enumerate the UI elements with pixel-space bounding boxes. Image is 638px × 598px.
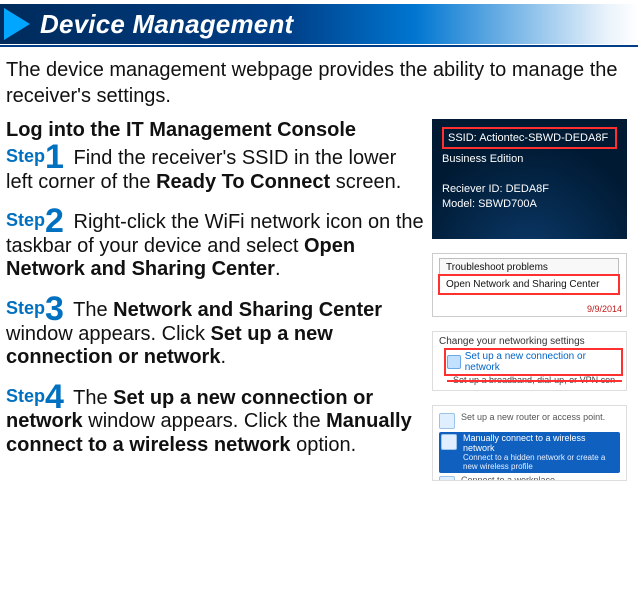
receiver-id-value: DEDA8F [506, 183, 549, 195]
step-label: Step [6, 386, 45, 406]
step-text-post: . [220, 346, 226, 368]
wizard-option-manual-sub: Connect to a hidden network or create a … [463, 454, 618, 472]
step-text-post: option. [291, 434, 357, 456]
step-text-pre: The [68, 387, 113, 409]
model-value: SBWD700A [478, 198, 537, 210]
context-menu-item-troubleshoot[interactable]: Troubleshoot problems [440, 259, 618, 276]
step-text-post: screen. [330, 171, 401, 193]
step-text-mid: window appears. Click the [83, 410, 326, 432]
ssid-highlight-box: SSID: Actiontec-SBWD-DEDA8F [442, 127, 617, 149]
step-label: Step [6, 146, 45, 166]
banner-title: Device Management [40, 9, 293, 40]
step-number: 4 [45, 378, 64, 416]
banner-underline [0, 45, 638, 47]
wizard-option-workplace-text: Connect to a workplace [461, 476, 555, 481]
setup-connection-link-row[interactable]: Set up a new connection or network [447, 351, 620, 373]
step-2: Step2 Right-click the WiFi network icon … [6, 210, 424, 282]
screenshot-setup-wizard: Set up a new router or access point. Man… [432, 405, 627, 481]
setup-connection-link: Set up a new connection or network [465, 351, 620, 373]
screenshot-receiver-info: SSID: Actiontec-SBWD-DEDA8F Business Edi… [432, 119, 627, 239]
step-text-pre: Right-click the WiFi network icon on the… [6, 211, 424, 257]
receiver-id-row: Reciever ID: DEDA8F [442, 183, 617, 195]
step-text-bold: Network and Sharing Cen­ter [113, 299, 382, 321]
ssid-value: Actiontec-SBWD-DEDA8F [479, 132, 608, 144]
wizard-option-router[interactable]: Set up a new router or access point. [439, 413, 620, 429]
model-row: Model: SBWD700A [442, 198, 617, 210]
step-text-pre: The [68, 299, 113, 321]
screenshot-context-menu: Troubleshoot problems Open Network and S… [432, 253, 627, 317]
step-text-post: . [275, 258, 281, 280]
wizard-option-router-text: Set up a new router or access point. [461, 413, 605, 423]
step-number: 2 [45, 202, 64, 240]
taskbar-date: 9/9/2014 [587, 304, 622, 314]
ssid-label: SSID: [448, 132, 477, 144]
wizard-option-workplace[interactable]: Connect to a workplace [439, 476, 620, 481]
workplace-icon [439, 476, 455, 481]
step-4: Step4 The Set up a new connection or net… [6, 386, 424, 458]
networking-settings-header: Change your networking settings [439, 336, 620, 347]
wizard-option-manual-title: Manually connect to a wireless network [463, 433, 586, 453]
step-text-bold: Ready To Con­nect [156, 171, 330, 193]
screenshot-networking-settings: Change your networking settings Set up a… [432, 331, 627, 391]
wizard-option-manual-wireless[interactable]: Manually connect to a wireless network C… [439, 432, 620, 473]
step-label: Step [6, 298, 45, 318]
receiver-id-label: Reciever ID: [442, 183, 503, 195]
context-menu-item-open-network-sharing[interactable]: Open Network and Sharing Center [440, 276, 618, 293]
router-icon [439, 413, 455, 429]
step-number: 3 [45, 290, 64, 328]
model-label: Model: [442, 198, 475, 210]
step-3: Step3 The Network and Sharing Cen­ter wi… [6, 298, 424, 370]
context-menu: Troubleshoot problems Open Network and S… [439, 258, 619, 294]
step-label: Step [6, 210, 45, 230]
edition-label: Business Edition [442, 153, 617, 165]
step-1: Step1 Find the receiver's SSID in the lo… [6, 146, 424, 194]
wizard-option-manual-text: Manually connect to a wireless network C… [463, 434, 618, 471]
section-banner: Device Management [0, 4, 638, 44]
subsection-heading: Log into the IT Management Console [6, 119, 424, 142]
wireless-icon [441, 434, 457, 450]
intro-paragraph: The device management webpage provides t… [6, 57, 632, 109]
connection-icon [447, 355, 461, 369]
setup-connection-subtext: Set up a broadband, dial-up, or VPN con [453, 375, 620, 385]
step-text-mid: window appears. Click [6, 323, 211, 345]
banner-arrow-icon [4, 8, 30, 40]
step-number: 1 [45, 138, 64, 176]
